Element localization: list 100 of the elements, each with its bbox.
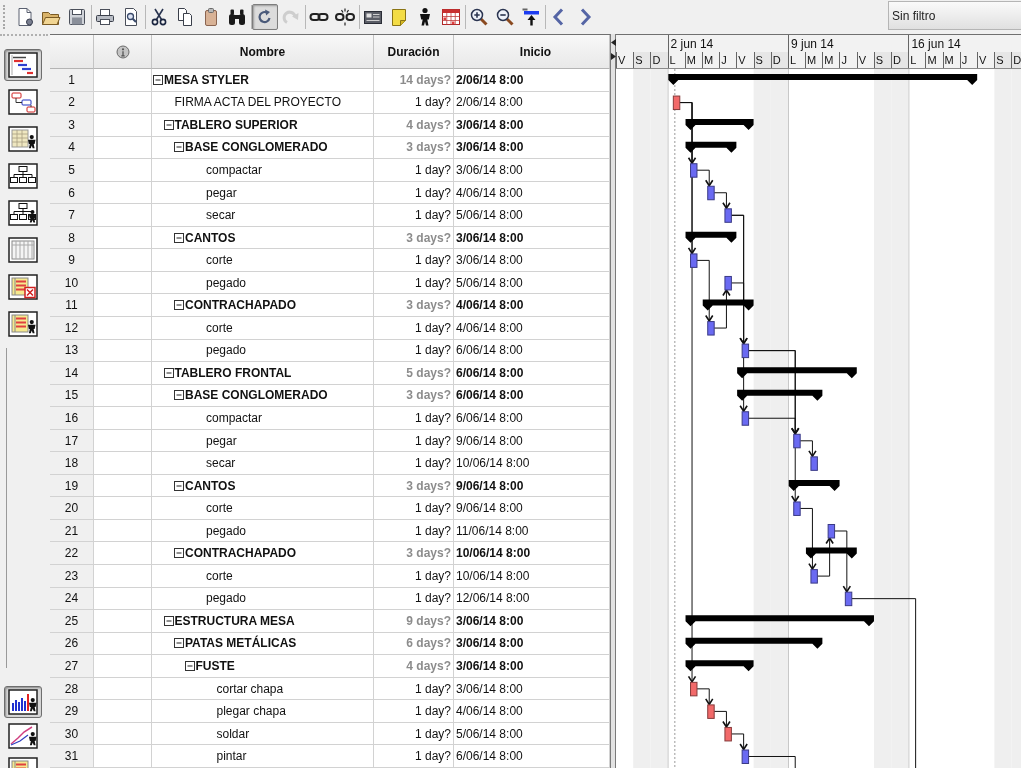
pages-icon [175, 7, 195, 27]
summary-bar[interactable] [737, 367, 857, 379]
task-duration: 1 day? [374, 722, 454, 746]
task-bar[interactable] [672, 95, 681, 111]
dependency-arrow [730, 733, 748, 751]
task-name: corte [206, 501, 233, 516]
collapse-icon[interactable] [174, 300, 184, 311]
task-name: secar [206, 456, 236, 471]
task-name: pintar [216, 749, 247, 764]
row-number: 21 [50, 519, 94, 543]
column-header: Duración [374, 35, 454, 69]
task-bar[interactable] [724, 726, 732, 742]
task-name: compactar [206, 162, 263, 177]
summary-bar[interactable] [685, 637, 823, 649]
summary-bar[interactable] [685, 615, 874, 627]
splitter-bar[interactable] [610, 34, 616, 768]
task-bar[interactable] [724, 275, 732, 291]
collapse-icon[interactable] [163, 615, 174, 626]
task-name: BASE CONGLOMERADO [185, 140, 328, 155]
row-number: 15 [50, 384, 94, 408]
table-person-icon [8, 126, 38, 152]
day-label: S [873, 52, 891, 68]
task-bar[interactable] [793, 433, 801, 449]
collapse-icon[interactable] [163, 367, 174, 378]
task-name: MESA STYLER [164, 72, 249, 87]
task-duration: 1 day? [374, 271, 454, 295]
summary-bar[interactable] [685, 119, 754, 131]
task-duration: 1 day? [374, 407, 454, 430]
task-duration: 3 days? [374, 226, 454, 250]
task-name: CONTRACHAPADO [185, 546, 297, 561]
summary-bar[interactable] [737, 389, 823, 401]
day-label: M [805, 52, 823, 68]
undo-button[interactable] [252, 4, 278, 30]
task-bar[interactable] [827, 524, 836, 539]
task-name: cortar chapa [216, 681, 284, 696]
task-bar[interactable] [741, 749, 750, 764]
row-number: 4 [50, 136, 94, 160]
row-number: 31 [50, 745, 94, 768]
day-label: J [719, 52, 737, 68]
day-label: J [959, 52, 977, 68]
day-label: M [701, 52, 720, 68]
summary-bar[interactable] [668, 74, 978, 85]
task-duration: 1 day? [374, 339, 454, 363]
gantt-chart-icon [8, 52, 38, 78]
org-chart-icon [8, 163, 38, 189]
gantt-view-button[interactable] [4, 49, 42, 81]
row-number: 12 [50, 317, 94, 340]
row-number: 10 [50, 271, 94, 295]
day-label: L [667, 52, 685, 68]
task-name: pegado [206, 275, 247, 290]
row-number: 28 [50, 677, 94, 701]
row-number: 13 [50, 339, 94, 363]
collapse-icon[interactable] [174, 548, 184, 559]
task-name: pegar [206, 433, 237, 448]
row-number: 17 [50, 429, 94, 453]
collapse-icon[interactable] [184, 661, 195, 671]
task-duration: 9 days? [374, 610, 454, 633]
row-number: 9 [50, 249, 94, 272]
column-header: Nombre [152, 35, 374, 69]
collapse-icon[interactable] [174, 232, 184, 243]
task-duration: 1 day? [374, 519, 454, 543]
task-name: pegado [206, 523, 247, 538]
collapse-icon[interactable] [174, 638, 184, 649]
summary-bar[interactable] [805, 547, 857, 559]
row-number: 30 [50, 722, 94, 746]
task-name: compactar [206, 410, 263, 425]
task-bar[interactable] [844, 591, 853, 607]
summary-bar[interactable] [702, 299, 754, 311]
summary-bar[interactable] [685, 141, 737, 153]
summary-bar[interactable] [685, 231, 737, 243]
day-label: M [822, 52, 840, 68]
collapse-icon[interactable] [163, 119, 174, 130]
collapse-icon[interactable] [153, 74, 163, 85]
task-name: FUSTE [195, 659, 235, 673]
task-bar[interactable] [741, 411, 750, 426]
filter-dropdown[interactable]: Sin filtro [888, 1, 1021, 30]
task-bar[interactable] [741, 343, 750, 359]
row-number: 1 [50, 69, 94, 92]
table-cross-icon [8, 274, 38, 300]
summary-bar[interactable] [788, 479, 840, 491]
row-number: 3 [50, 114, 94, 137]
collapse-icon[interactable] [174, 142, 184, 153]
day-label: L [908, 52, 926, 68]
collapse-icon[interactable] [174, 480, 184, 491]
task-duration: 1 day? [374, 181, 454, 205]
task-bar[interactable] [690, 681, 698, 697]
collapse-icon[interactable] [174, 390, 184, 401]
day-label: L [787, 52, 806, 68]
day-label: M [684, 52, 702, 68]
task-duration: 1 day? [374, 452, 454, 475]
note-icon [389, 7, 409, 27]
task-name: BASE CONGLOMERADO [185, 388, 328, 403]
summary-bar[interactable] [685, 660, 754, 672]
dependency-arrow [713, 192, 731, 210]
row-number: 11 [50, 294, 94, 317]
row-number: 29 [50, 700, 94, 723]
task-duration: 1 day? [374, 587, 454, 611]
histogram-view-button[interactable] [4, 686, 42, 718]
task-name: plegar chapa [216, 704, 286, 719]
task-bar[interactable] [707, 185, 715, 201]
